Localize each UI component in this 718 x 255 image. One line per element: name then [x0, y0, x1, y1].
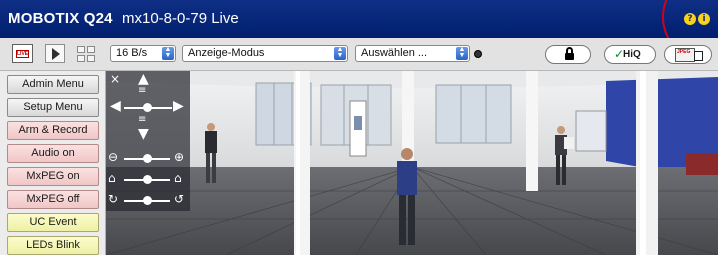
- status-dot-icon: [474, 50, 482, 58]
- rotate-left-icon[interactable]: ↻: [108, 192, 118, 206]
- softbutton-sidebar: Admin Menu Setup Menu Arm & Record Audio…: [0, 71, 106, 255]
- select-arrows-icon: ▲ ▼: [334, 46, 346, 60]
- frame-icon: [694, 51, 703, 61]
- pan-slider-knob[interactable]: [143, 103, 152, 112]
- toolbar: LIVE 16 B/s ▲ ▼ Anzeige-Modus ▲ ▼ Auswähle…: [0, 38, 718, 71]
- pan-down-icon[interactable]: ▼: [138, 126, 149, 142]
- hiq-button[interactable]: ✓ HiQ: [604, 45, 656, 64]
- rotation-slider-knob[interactable]: [143, 196, 152, 205]
- jpeg-icon: JPEG: [675, 48, 695, 62]
- grid-icon: [87, 55, 95, 62]
- live-camera-view[interactable]: × ▲ ≡ ◀ ▶ ≡ ▼ ⊖ ⊕ ⌂ ⌂ ↻ ↺: [106, 71, 718, 255]
- select-value: Auswählen ...: [361, 47, 428, 59]
- lock-body-icon: [565, 53, 574, 60]
- close-icon[interactable]: ×: [110, 72, 120, 86]
- setup-menu-button[interactable]: Setup Menu: [7, 98, 99, 117]
- arm-record-button[interactable]: Arm & Record: [7, 121, 99, 140]
- display-mode-value: Anzeige-Modus: [188, 47, 265, 59]
- grid-icon: [77, 55, 85, 62]
- hiq-label: HiQ: [623, 49, 641, 60]
- zoom-out-icon[interactable]: ⊖: [108, 150, 118, 164]
- leds-blink-button[interactable]: LEDs Blink: [7, 236, 99, 255]
- mxpeg-off-button[interactable]: MxPEG off: [7, 190, 99, 209]
- live-icon: LIVE: [16, 50, 29, 58]
- uc-event-button[interactable]: UC Event: [7, 213, 99, 232]
- mxpeg-on-button[interactable]: MxPEG on: [7, 167, 99, 186]
- tilt-lines-icon: ≡: [138, 114, 147, 125]
- pan-right-icon[interactable]: ▶: [173, 98, 184, 114]
- focus-near-icon[interactable]: ⌂: [108, 171, 116, 185]
- live-button[interactable]: LIVE: [12, 44, 33, 63]
- tilt-lines-icon: ≡: [138, 85, 146, 96]
- grid-icon: [87, 46, 95, 53]
- jpeg-snapshot-button[interactable]: JPEG: [664, 45, 712, 64]
- grid-icon: [77, 46, 85, 53]
- pan-left-icon[interactable]: ◀: [110, 98, 121, 114]
- zoom-in-icon[interactable]: ⊕: [174, 150, 184, 164]
- ptz-control-panel: × ▲ ≡ ◀ ▶ ≡ ▼ ⊖ ⊕ ⌂ ⌂ ↻ ↺: [106, 71, 190, 211]
- title-bar: MOBOTIX Q24 mx10-8-0-79 Live ? i: [0, 0, 718, 38]
- frame-rate-select[interactable]: 16 B/s ▲ ▼: [110, 45, 176, 62]
- select-arrows-icon: ▲ ▼: [162, 46, 174, 60]
- unlock-button[interactable]: [545, 45, 591, 64]
- display-mode-select[interactable]: Anzeige-Modus ▲ ▼: [182, 45, 348, 62]
- zoom-slider-knob[interactable]: [143, 154, 152, 163]
- panorama-image: [106, 71, 718, 255]
- rotate-right-icon[interactable]: ↺: [174, 192, 184, 206]
- camera-model: MOBOTIX Q24: [8, 10, 113, 27]
- multiview-button[interactable]: [75, 44, 97, 63]
- focus-far-icon[interactable]: ⌂: [174, 171, 182, 185]
- play-icon: [52, 48, 60, 60]
- admin-menu-button[interactable]: Admin Menu: [7, 75, 99, 94]
- audio-on-button[interactable]: Audio on: [7, 144, 99, 163]
- focus-slider-knob[interactable]: [143, 175, 152, 184]
- play-button[interactable]: [45, 44, 65, 63]
- select-dropdown[interactable]: Auswählen ... ▲ ▼: [355, 45, 470, 62]
- camera-name: mx10-8-0-79 Live: [122, 10, 239, 27]
- select-arrows-icon: ▲ ▼: [456, 46, 468, 60]
- frame-rate-value: 16 B/s: [116, 47, 148, 59]
